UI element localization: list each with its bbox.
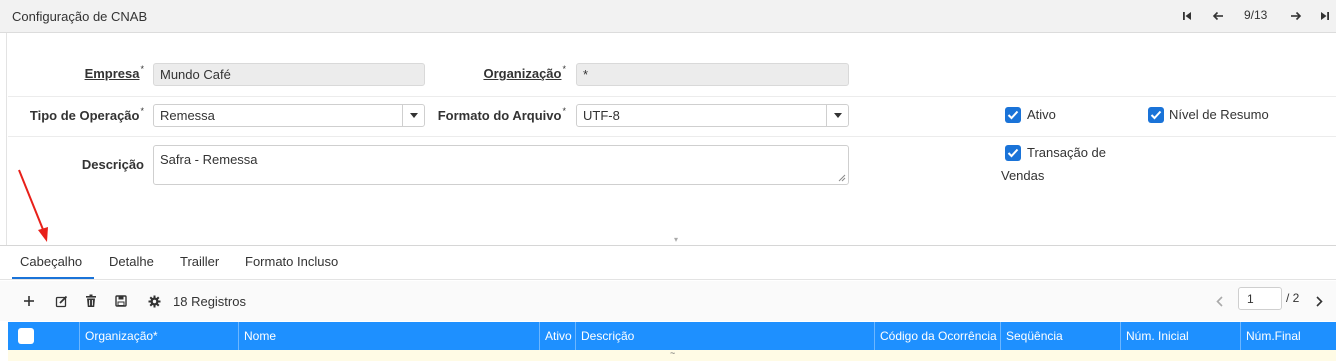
column-header-num-final[interactable]: Núm.Final bbox=[1241, 322, 1336, 350]
grid-header: Organização* Nome Ativo Descrição Código… bbox=[8, 322, 1336, 350]
column-header-num-inicial[interactable]: Núm. Inicial bbox=[1121, 322, 1241, 350]
organizacao-field[interactable]: * bbox=[576, 63, 849, 86]
window-titlebar: Configuração de CNAB 9/13 bbox=[0, 0, 1336, 33]
checkmark-icon bbox=[1007, 148, 1019, 158]
chevron-right-icon bbox=[1315, 295, 1323, 307]
transacao-vendas-label-line1: Transação de bbox=[1027, 145, 1107, 160]
row-mark: ~ bbox=[670, 348, 676, 358]
select-all-checkbox[interactable] bbox=[18, 328, 34, 344]
grid-toolbar: 18 Registros 1 / 2 bbox=[0, 281, 1336, 321]
records-count: 18 Registros bbox=[173, 294, 246, 309]
edit-icon bbox=[55, 295, 67, 307]
ativo-label: Ativo bbox=[1027, 107, 1056, 122]
nivel-resumo-label: Nível de Resumo bbox=[1169, 107, 1269, 122]
arrow-left-icon bbox=[1212, 11, 1223, 21]
record-position: 9/13 bbox=[1244, 8, 1268, 22]
select-all-column bbox=[8, 322, 80, 350]
trash-icon bbox=[86, 294, 96, 307]
divider bbox=[8, 136, 1336, 137]
descricao-value: Safra - Remessa bbox=[160, 152, 258, 167]
arrow-right-icon bbox=[1291, 11, 1302, 21]
divider bbox=[8, 96, 1336, 97]
descricao-textarea[interactable]: Safra - Remessa bbox=[153, 145, 849, 185]
transacao-vendas-checkbox[interactable] bbox=[1005, 145, 1021, 161]
tipo-operacao-label: Tipo de Operação* bbox=[29, 106, 144, 123]
chevron-left-icon bbox=[1215, 295, 1223, 307]
checkmark-icon bbox=[1150, 110, 1162, 120]
settings-button[interactable] bbox=[145, 292, 163, 310]
save-button[interactable] bbox=[112, 292, 130, 310]
empresa-label: Empresa* bbox=[84, 64, 144, 81]
last-record-button[interactable] bbox=[1318, 6, 1332, 26]
tab-detalhe[interactable]: Detalhe bbox=[109, 254, 154, 277]
chevron-down-icon[interactable] bbox=[826, 105, 848, 126]
column-header-codigo-ocorrencia[interactable]: Código da Ocorrência bbox=[875, 322, 1001, 350]
add-button[interactable] bbox=[20, 292, 38, 310]
first-record-icon bbox=[1183, 12, 1191, 20]
empresa-value: Mundo Café bbox=[160, 67, 231, 82]
edit-button[interactable] bbox=[52, 292, 70, 310]
tab-cabecalho[interactable]: Cabeçalho bbox=[12, 254, 95, 279]
organizacao-value: * bbox=[583, 67, 589, 82]
first-record-button[interactable] bbox=[1180, 6, 1194, 26]
column-header-organizacao[interactable]: Organização* bbox=[80, 322, 239, 350]
transacao-vendas-label-line2: Vendas bbox=[1001, 168, 1045, 183]
formato-arquivo-label: Formato do Arquivo* bbox=[437, 106, 566, 123]
next-page-button[interactable] bbox=[1311, 292, 1327, 310]
previous-record-button[interactable] bbox=[1210, 6, 1226, 26]
delete-button[interactable] bbox=[82, 292, 100, 310]
panel-splitter[interactable]: ▾ bbox=[0, 232, 1336, 246]
previous-page-button[interactable] bbox=[1211, 292, 1227, 310]
detail-tabs: Cabeçalho Detalhe Trailler Formato Inclu… bbox=[0, 246, 1336, 280]
window-title: Configuração de CNAB bbox=[12, 9, 148, 24]
gear-icon bbox=[148, 295, 160, 307]
left-border bbox=[6, 33, 7, 245]
last-record-icon bbox=[1321, 12, 1329, 20]
resize-grip-icon[interactable] bbox=[838, 174, 846, 182]
organizacao-label: Organização* bbox=[483, 64, 566, 81]
page-current-value: 1 bbox=[1247, 292, 1254, 306]
next-record-button[interactable] bbox=[1288, 6, 1304, 26]
plus-icon bbox=[24, 296, 34, 306]
formato-arquivo-select[interactable]: UTF-8 bbox=[576, 104, 849, 127]
splitter-chevron-icon: ▾ bbox=[674, 235, 679, 244]
tab-formato-incluso[interactable]: Formato Incluso bbox=[245, 254, 338, 277]
nivel-resumo-checkbox[interactable] bbox=[1148, 107, 1164, 123]
save-icon bbox=[115, 295, 127, 307]
tipo-operacao-value: Remessa bbox=[160, 108, 215, 123]
column-header-descricao[interactable]: Descrição bbox=[576, 322, 875, 350]
tab-trailler[interactable]: Trailler bbox=[180, 254, 219, 277]
descricao-label: Descrição bbox=[81, 157, 144, 172]
checkmark-icon bbox=[1007, 110, 1019, 120]
column-header-nome[interactable]: Nome bbox=[239, 322, 540, 350]
page-total: / 2 bbox=[1286, 291, 1300, 305]
column-header-ativo[interactable]: Ativo bbox=[540, 322, 576, 350]
column-header-sequencia[interactable]: Seqüência bbox=[1001, 322, 1121, 350]
tipo-operacao-select[interactable]: Remessa bbox=[153, 104, 425, 127]
table-row[interactable]: ~ bbox=[8, 348, 1336, 361]
empresa-field[interactable]: Mundo Café bbox=[153, 63, 425, 86]
chevron-down-icon[interactable] bbox=[402, 105, 424, 126]
formato-arquivo-value: UTF-8 bbox=[583, 108, 620, 123]
ativo-checkbox[interactable] bbox=[1005, 107, 1021, 123]
page-number-input[interactable]: 1 bbox=[1238, 287, 1282, 310]
